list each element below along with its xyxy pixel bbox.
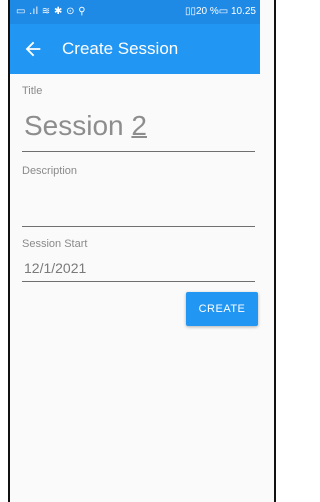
page-title: Create Session: [62, 39, 179, 58]
title-input-underline: [22, 151, 255, 152]
phone-frame: [8, 0, 276, 502]
title-label: Title: [22, 85, 43, 97]
session-start-underline: [22, 281, 255, 282]
arrow-left-icon[interactable]: [22, 38, 44, 60]
title-input-cursor-char: 2: [131, 110, 147, 141]
app-bar: Create Session: [10, 24, 260, 74]
title-input-text: Session: [24, 110, 132, 141]
status-battery-time: ▯▯20 %▭ 10.25: [184, 6, 256, 17]
session-start-input[interactable]: 12/1/2021: [24, 260, 86, 276]
status-icons: ▭ .ıl ≋ ✱ ⊙ ⚲: [16, 6, 87, 17]
session-start-label: Session Start: [22, 238, 88, 250]
description-input-underline: [22, 226, 255, 227]
status-bar: ▭ .ıl ≋ ✱ ⊙ ⚲ ▯▯20 %▭ 10.25: [10, 0, 260, 24]
description-input[interactable]: [22, 195, 255, 225]
title-input[interactable]: Session 2: [24, 110, 147, 142]
description-label: Description: [22, 165, 78, 177]
create-button[interactable]: CREATE: [186, 292, 258, 326]
